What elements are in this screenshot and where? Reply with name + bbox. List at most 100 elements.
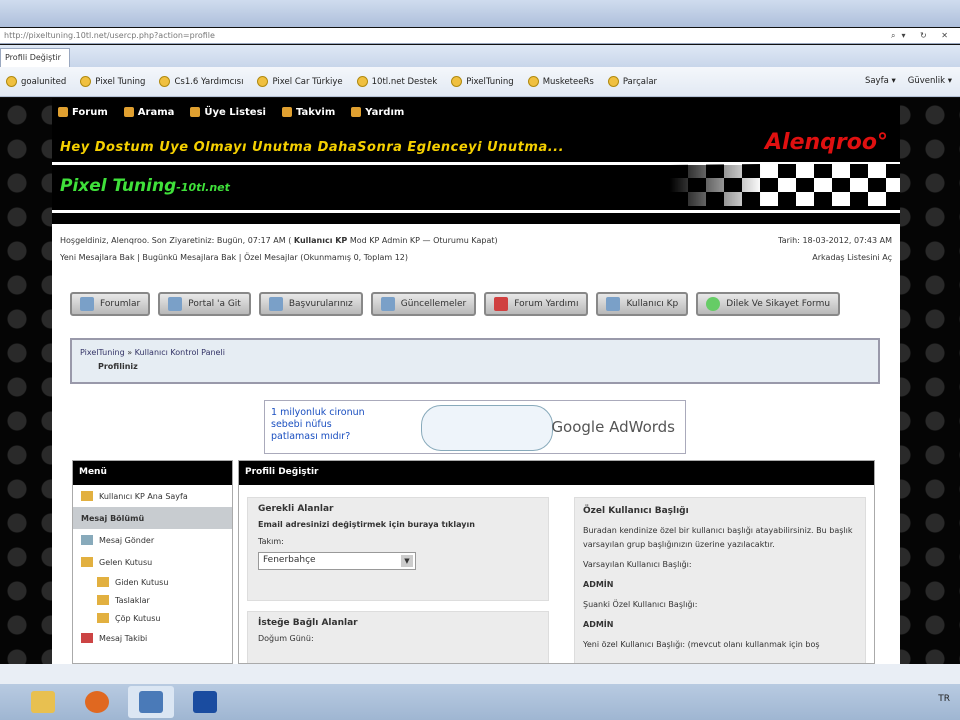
- link-admin-cp[interactable]: Admin KP —: [382, 236, 431, 245]
- button-portal[interactable]: Portal 'a Git: [158, 292, 251, 316]
- current-title-label: Şuanki Özel Kullanıcı Başlığı:: [583, 600, 698, 609]
- button-updates[interactable]: Güncellemeler: [370, 292, 477, 316]
- default-title-label: Varsayılan Kullanıcı Başlığı:: [583, 560, 692, 569]
- browser-titlebar: [0, 0, 960, 27]
- menu-item-tracking[interactable]: Mesaj Takibi: [73, 627, 232, 649]
- link-today-posts[interactable]: Bugünkü Mesajlara Bak |: [142, 253, 241, 262]
- favorite-icon: [257, 76, 269, 87]
- menu-section-messages[interactable]: Mesaj Bölümü: [73, 507, 232, 529]
- custom-title-box: Özel Kullanıcı Başlığı Buradan kendinize…: [574, 497, 866, 663]
- button-label: Forumlar: [100, 299, 141, 309]
- team-label: Takım:: [258, 537, 284, 546]
- nav-forum[interactable]: Forum: [58, 107, 108, 118]
- favorite-item[interactable]: goalunited: [6, 76, 66, 87]
- team-select[interactable]: Fenerbahçe ▼: [258, 552, 416, 570]
- folder-icon: [97, 613, 109, 623]
- breadcrumb-sep: »: [124, 348, 135, 357]
- button-label: Portal 'a Git: [188, 299, 241, 309]
- site-banner: Hey Dostum Uye Olmayı Unutma DahaSonra E…: [52, 126, 900, 240]
- favorite-label: PixelTuning: [466, 76, 514, 87]
- menu-item-sent[interactable]: Giden Kutusu: [73, 573, 232, 591]
- button-user-cp[interactable]: Kullanıcı Kp: [596, 292, 689, 316]
- menu-item-inbox[interactable]: Gelen Kutusu: [73, 551, 232, 573]
- address-buttons[interactable]: ⌕▾ ↻ ✕: [891, 28, 954, 43]
- favorite-icon: [451, 76, 463, 87]
- favorite-item[interactable]: Pixel Tuning: [80, 76, 145, 87]
- link-logout[interactable]: Oturumu Kapat): [433, 236, 498, 245]
- panel-title: Profili Değiştir: [239, 461, 874, 485]
- ad-text[interactable]: 1 milyonluk cironun sebebi nüfus patlama…: [271, 407, 365, 443]
- button-applications[interactable]: Başvurularınız: [258, 292, 363, 316]
- usercp-menu: Menü Kullanıcı KP Ana Sayfa Mesaj Bölümü…: [72, 460, 233, 664]
- taskbar-explorer[interactable]: [20, 686, 66, 718]
- tool-page[interactable]: Sayfa ▾: [865, 76, 896, 86]
- forum-icon: [58, 107, 68, 117]
- required-fields: Gerekli Alanlar Email adresinizi değişti…: [247, 497, 549, 601]
- ad-laptop-image: [421, 405, 553, 451]
- taskbar-app2[interactable]: [182, 686, 228, 718]
- button-label: Güncellemeler: [400, 299, 467, 309]
- profile-panel: Profili Değiştir Gerekli Alanlar Email a…: [238, 460, 875, 664]
- address-bar[interactable]: http://pixeltuning.10tl.net/usercp.php?a…: [0, 28, 960, 44]
- new-title-label: Yeni özel Kullanıcı Başlığı: (mevcut ola…: [583, 640, 820, 649]
- button-forum-help[interactable]: Forum Yardımı: [484, 292, 589, 316]
- menu-item-home[interactable]: Kullanıcı KP Ana Sayfa: [73, 485, 232, 507]
- breadcrumb-root[interactable]: PixelTuning: [80, 348, 125, 357]
- button-forums[interactable]: Forumlar: [70, 292, 151, 316]
- favorite-icon: [80, 76, 92, 87]
- forum-content: Hoşgeldiniz, Alenqroo. Son Ziyaretiniz: …: [52, 224, 900, 664]
- favorite-item[interactable]: Cs1.6 Yardımcısı: [159, 76, 243, 87]
- send-icon: [81, 535, 93, 545]
- folder-icon: [31, 691, 55, 713]
- link-new-posts[interactable]: Yeni Mesajlara Bak |: [60, 253, 140, 262]
- link-mod-cp[interactable]: Mod KP: [350, 236, 380, 245]
- applications-icon: [268, 297, 283, 311]
- birthday-label: Doğum Günü:: [258, 634, 314, 643]
- menu-label: Mesaj Gönder: [99, 535, 155, 545]
- favorite-item[interactable]: Pixel Car Türkiye: [257, 76, 343, 87]
- address-text[interactable]: http://pixeltuning.10tl.net/usercp.php?a…: [4, 31, 215, 40]
- favorite-icon: [6, 76, 17, 87]
- google-ad[interactable]: 1 milyonluk cironun sebebi nüfus patlama…: [264, 400, 686, 454]
- link-private-messages[interactable]: Özel Mesajlar (Okunmamış 0, Toplam 12): [244, 253, 408, 262]
- banner-site-logo: Pixel Tuning-10tl.net: [60, 176, 230, 196]
- dropdown-arrow-icon: ▼: [401, 555, 413, 567]
- nav-search[interactable]: Arama: [123, 107, 174, 118]
- ad-brand: Google AdWords: [551, 418, 675, 436]
- forum-nav: Forum Arama Üye Listesi Takvim Yardım: [52, 98, 900, 126]
- menu-item-drafts[interactable]: Taslaklar: [73, 591, 232, 609]
- button-feedback[interactable]: Dilek Ve Sikayet Formu: [696, 292, 841, 316]
- link-friends-list[interactable]: Arkadaş Listesini Aç: [778, 249, 892, 266]
- checkered-flag-graphic: [670, 164, 900, 206]
- nav-help[interactable]: Yardım: [351, 107, 404, 118]
- user-cp-icon: [606, 297, 621, 311]
- breadcrumb-panel[interactable]: Kullanıcı Kontrol Paneli: [135, 348, 225, 357]
- calendar-icon: [281, 107, 292, 117]
- tracking-icon: [81, 633, 93, 643]
- language-indicator[interactable]: TR: [938, 694, 950, 704]
- folder-icon: [97, 577, 109, 587]
- menu-item-trash[interactable]: Çöp Kutusu: [73, 609, 232, 627]
- link-user-cp[interactable]: Kullanıcı KP: [294, 236, 347, 245]
- menu-item-send[interactable]: Mesaj Gönder: [73, 529, 232, 551]
- taskbar-app[interactable]: [128, 686, 174, 718]
- nav-members[interactable]: Üye Listesi: [190, 107, 266, 118]
- favorite-item[interactable]: MusketeeRs: [527, 76, 594, 87]
- favorite-item[interactable]: PixelTuning: [451, 76, 514, 87]
- menu-title: Menü: [73, 461, 232, 485]
- menu-label: Gelen Kutusu: [99, 557, 153, 567]
- tab-profile[interactable]: Profili Değiştir: [0, 48, 70, 67]
- menu-label: Çöp Kutusu: [115, 613, 161, 623]
- taskbar-firefox[interactable]: [74, 686, 120, 718]
- default-title-value: ADMİN: [583, 580, 614, 589]
- quick-links: Yeni Mesajlara Bak | Bugünkü Mesajlara B…: [60, 249, 498, 266]
- favorite-item[interactable]: 10tl.net Destek: [356, 76, 437, 87]
- nav-calendar[interactable]: Takvim: [281, 106, 336, 118]
- email-change-link[interactable]: Email adresinizi değiştirmek için buraya…: [258, 520, 538, 529]
- favorite-label: MusketeeRs: [542, 76, 594, 87]
- favorite-item[interactable]: Parçalar: [607, 76, 657, 87]
- nav-label: Takvim: [295, 106, 336, 118]
- menu-label: Kullanıcı KP Ana Sayfa: [99, 491, 188, 501]
- tool-security[interactable]: Güvenlik ▾: [908, 76, 952, 86]
- firefox-icon: [85, 691, 109, 713]
